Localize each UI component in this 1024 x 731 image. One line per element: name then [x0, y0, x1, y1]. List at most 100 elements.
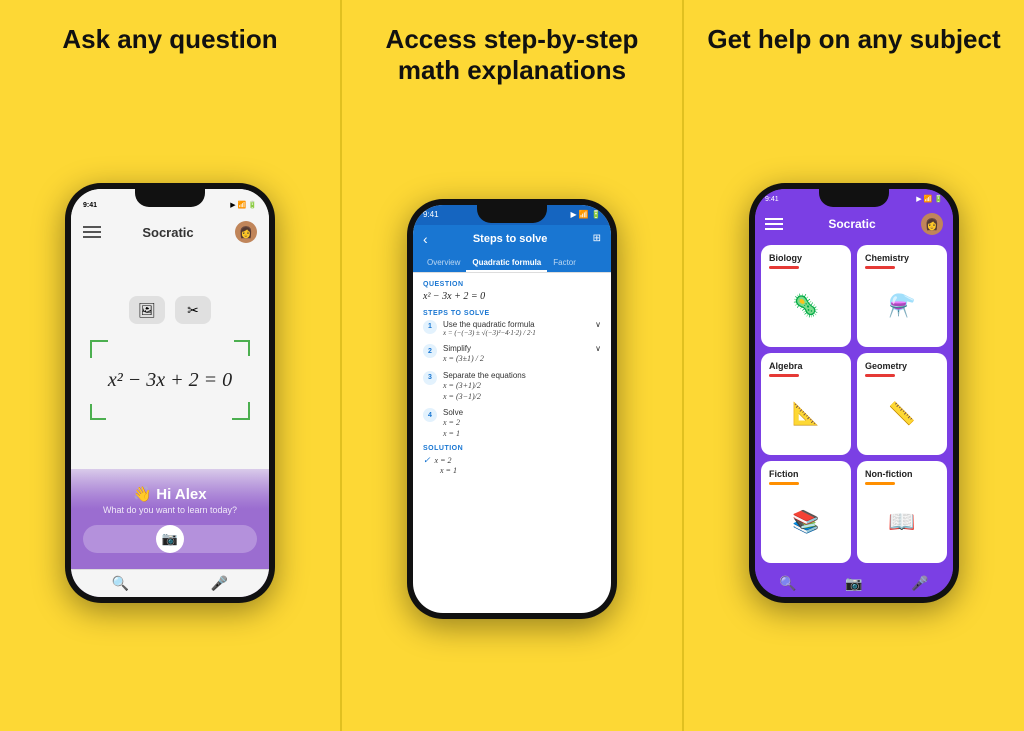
s2-check-icon-1: ✓ [423, 455, 431, 466]
menu-icon[interactable] [83, 226, 101, 238]
s1-camera-area: 🖼 ✂ x² − 3x + 2 = 0 [71, 247, 269, 469]
s1-greeting: 👋 Hi Alex [133, 485, 206, 503]
s1-avatar: 👩 [235, 221, 257, 243]
s3-fiction-img: 📚 [769, 489, 843, 555]
s3-topbar: Socratic 👩 [755, 209, 953, 239]
s2-question-label: QUESTION [423, 281, 601, 288]
s2-step-chevron-1[interactable]: ∨ [595, 320, 601, 329]
s2-step-title-1: Use the quadratic formula ∨ [443, 320, 601, 329]
s2-step-title-text-4: Solve [443, 408, 463, 417]
s2-step-content-3: Separate the equations x = (3+1)/2x = (3… [443, 371, 601, 402]
s2-step-title-3: Separate the equations [443, 371, 601, 380]
s3-algebra-title: Algebra [769, 361, 843, 371]
s2-tabs: Overview Quadratic formula Factor [413, 253, 611, 273]
phone3-screen: 9:41 ▶ 📶 🔋 Socratic 👩 [755, 189, 953, 597]
s3-card-nonfiction[interactable]: Non-fiction 📖 [857, 461, 947, 563]
phone2-wrapper: 9:41 ▶ 📶 🔋 ‹ Steps to solve ⊞ Overview Q… [358, 102, 666, 715]
s1-app-title: Socratic [142, 225, 193, 240]
s3-geometry-img: 📏 [865, 381, 939, 447]
s2-step-title-text-2: Simplify [443, 344, 471, 353]
s1-subtitle: What do you want to learn today? [103, 505, 237, 515]
s1-status-icons: ▶ 📶 🔋 [230, 201, 257, 209]
s2-status-icons: ▶ 📶 🔋 [570, 210, 601, 219]
s2-step-1: 1 Use the quadratic formula ∨ x = (−(−3)… [423, 320, 601, 339]
s2-step-chevron-2[interactable]: ∨ [595, 344, 601, 353]
panel-subjects: Get help on any subject 9:41 ▶ 📶 🔋 Socra [684, 0, 1024, 731]
viewfinder-corner-tr [234, 340, 250, 356]
s2-solution-item-1: ✓ x = 2 [423, 455, 601, 466]
s3-chemistry-img: ⚗️ [865, 273, 939, 339]
s2-step-title-2: Simplify ∨ [443, 344, 601, 353]
s2-tab-quadratic[interactable]: Quadratic formula [466, 253, 547, 272]
s3-nonfiction-title: Non-fiction [865, 469, 939, 479]
s2-topbar: ‹ Steps to solve ⊞ [413, 225, 611, 253]
s2-step-title-text-1: Use the quadratic formula [443, 320, 535, 329]
s2-step-content-2: Simplify ∨ x = (3±1) / 2 [443, 344, 601, 364]
s3-card-chemistry[interactable]: Chemistry ⚗️ [857, 245, 947, 347]
s2-solution-value-2: x = 1 [440, 466, 457, 475]
s3-fiction-bar [769, 482, 799, 485]
panel3-title: Get help on any subject [707, 24, 1000, 55]
s1-tab-search[interactable]: 🔍 [112, 575, 129, 592]
s1-bottom: 👋 Hi Alex What do you want to learn toda… [71, 469, 269, 569]
s2-step-num-4: 4 [423, 408, 437, 422]
s1-viewfinder: x² − 3x + 2 = 0 [90, 340, 250, 420]
s3-biology-title: Biology [769, 253, 843, 263]
s1-tab-mic[interactable]: 🎤 [211, 575, 228, 592]
s3-geometry-bar [865, 374, 895, 377]
phone3-notch [819, 189, 889, 207]
panel-steps: Access step-by-step math explanations 9:… [342, 0, 682, 731]
phone2: 9:41 ▶ 📶 🔋 ‹ Steps to solve ⊞ Overview Q… [407, 199, 617, 619]
phone3: 9:41 ▶ 📶 🔋 Socratic 👩 [749, 183, 959, 603]
s3-algebra-bar [769, 374, 799, 377]
s2-tab-overview[interactable]: Overview [421, 253, 466, 272]
s2-time: 9:41 [423, 210, 439, 219]
s3-card-algebra[interactable]: Algebra 📐 [761, 353, 851, 455]
s3-menu-icon[interactable] [765, 218, 783, 230]
s3-tab-camera[interactable]: 📷 [845, 575, 862, 592]
s3-app-title: Socratic [828, 217, 875, 231]
s1-scan-icon[interactable]: ✂ [175, 296, 211, 324]
s2-tab-factor[interactable]: Factor [547, 253, 582, 272]
panel-ask-question: Ask any question 9:41 ▶ 📶 🔋 Socratic 👩 [0, 0, 340, 731]
s3-card-biology[interactable]: Biology 🦠 [761, 245, 851, 347]
s3-nonfiction-bar [865, 482, 895, 485]
s3-biology-bar [769, 266, 799, 269]
s2-solution-value-1: x = 2 [435, 456, 452, 465]
s1-equation: x² − 3x + 2 = 0 [108, 369, 232, 392]
s2-solution-item-2: x = 1 [423, 466, 601, 475]
s3-tab-search[interactable]: 🔍 [779, 575, 796, 592]
s3-subject-grid: Biology 🦠 Chemistry ⚗️ Algebra 📐 [755, 239, 953, 569]
s3-tab-mic[interactable]: 🎤 [911, 575, 928, 592]
s2-step-2: 2 Simplify ∨ x = (3±1) / 2 [423, 344, 601, 364]
s2-step-3: 3 Separate the equations x = (3+1)/2x = … [423, 371, 601, 402]
s2-step-math-4: x = 2x = 1 [443, 417, 601, 439]
s3-card-fiction[interactable]: Fiction 📚 [761, 461, 851, 563]
phone2-screen: 9:41 ▶ 📶 🔋 ‹ Steps to solve ⊞ Overview Q… [413, 205, 611, 613]
s3-geometry-title: Geometry [865, 361, 939, 371]
s2-question: x² − 3x + 2 = 0 [423, 291, 601, 302]
s3-avatar: 👩 [921, 213, 943, 235]
s3-tabbar: 🔍 📷 🎤 [755, 569, 953, 597]
s2-share-icon[interactable]: ⊞ [593, 233, 601, 244]
s1-topbar: Socratic 👩 [71, 217, 269, 247]
s2-step-num-1: 1 [423, 320, 437, 334]
s2-step-4: 4 Solve x = 2x = 1 [423, 408, 601, 439]
s1-icon-row: 🖼 ✂ [129, 296, 211, 324]
s2-step-math-2: x = (3±1) / 2 [443, 353, 601, 364]
s2-topbar-title: Steps to solve [436, 233, 585, 245]
s3-algebra-img: 📐 [769, 381, 843, 447]
viewfinder-corner-bl [90, 404, 106, 420]
s2-step-math-1: x = (−(−3) ± √(−3)²−4·1·2) / 2·1 [443, 329, 601, 339]
s1-camera-btn-row: 📷 [83, 525, 257, 553]
s1-camera-shutter[interactable]: 📷 [156, 525, 184, 553]
phone1: 9:41 ▶ 📶 🔋 Socratic 👩 🖼 ✂ [65, 183, 275, 603]
s3-card-geometry[interactable]: Geometry 📏 [857, 353, 947, 455]
s2-solution-section: SOLUTION ✓ x = 2 x = 1 [423, 445, 601, 475]
s3-biology-img: 🦠 [769, 273, 843, 339]
s2-back-button[interactable]: ‹ [423, 231, 428, 247]
s3-time: 9:41 [765, 196, 779, 203]
panel2-title: Access step-by-step math explanations [358, 24, 666, 86]
s2-step-math-3: x = (3+1)/2x = (3−1)/2 [443, 380, 601, 402]
s1-photo-icon[interactable]: 🖼 [129, 296, 165, 324]
